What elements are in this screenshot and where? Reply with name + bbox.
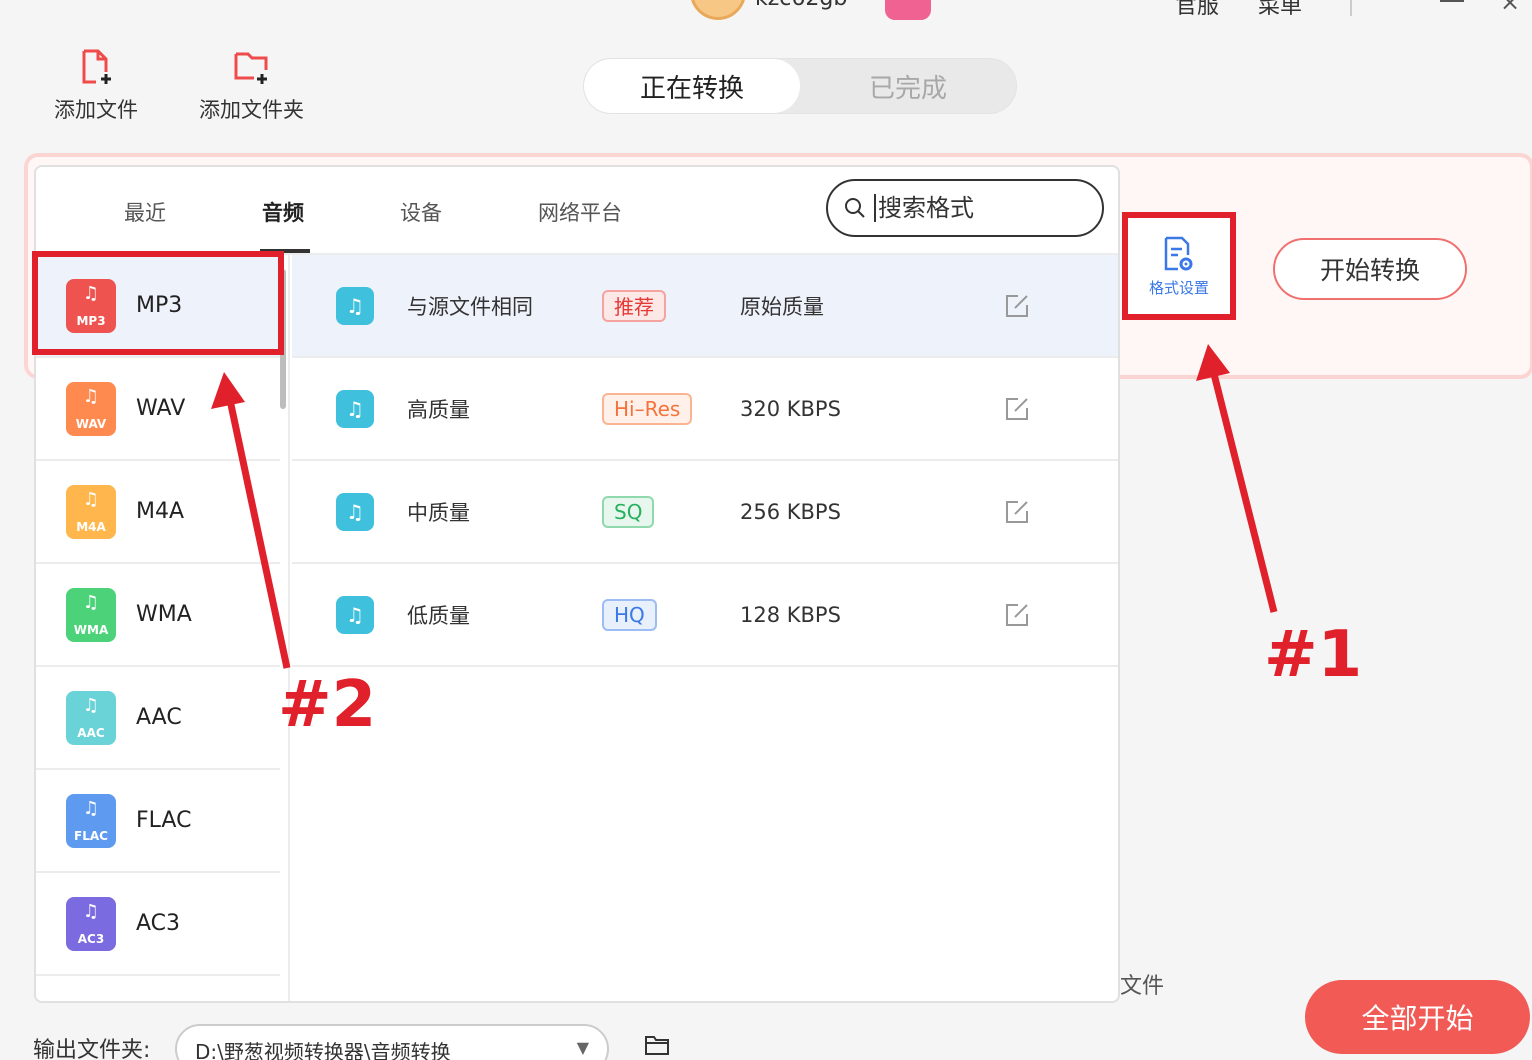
annotation-arrow-1 [1209, 369, 1278, 613]
annotation-label-1: #1 [1264, 618, 1363, 692]
annotation-arrow-2 [226, 399, 291, 669]
annotation-arrowhead-2 [211, 372, 245, 409]
annotation-label-2: #2 [278, 668, 377, 742]
annotation-arrows [211, 344, 1278, 669]
annotation-arrowhead-1 [1196, 344, 1230, 381]
